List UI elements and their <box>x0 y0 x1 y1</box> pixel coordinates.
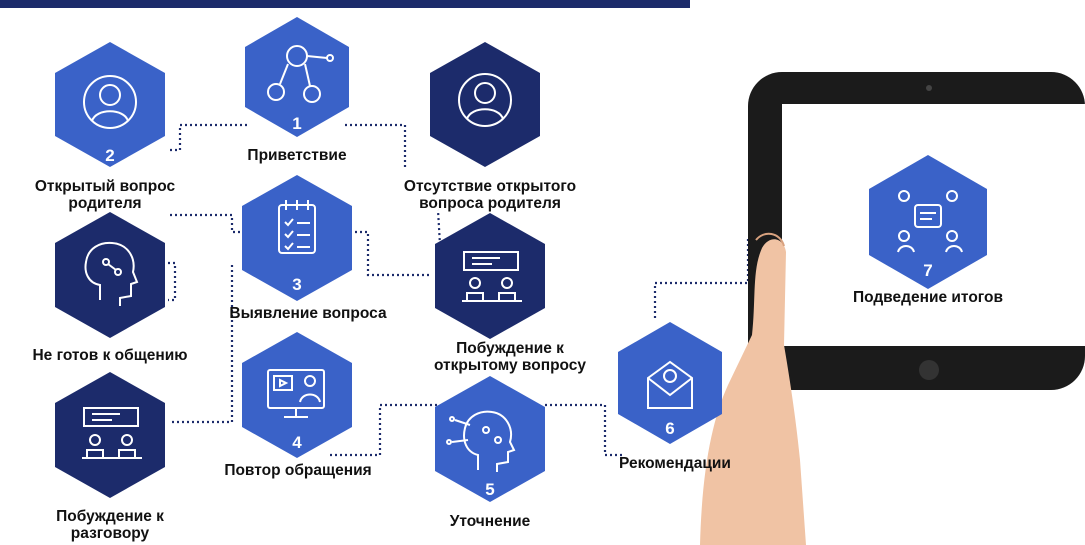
label-prompt-open-line2: открытому вопросу <box>433 357 587 374</box>
process-diagram: 1 2 3 4 5 6 7 <box>0 0 1085 545</box>
hex-number: 6 <box>665 419 674 438</box>
connector-5-6 <box>545 403 625 457</box>
label-open-question-line1: Открытый вопрос <box>34 178 176 195</box>
hex-5-clarify: 5 <box>435 376 545 502</box>
connector-notready <box>168 261 177 302</box>
label-absent-line2: вопроса родителя <box>419 195 561 212</box>
label-clarify: Уточнение <box>449 513 531 530</box>
hex-prompt-talk <box>55 372 165 498</box>
tablet-home-button <box>919 360 939 380</box>
label-summary: Подведение итогов <box>852 289 1004 306</box>
label-prompt-talk-line1: Побуждение к <box>56 508 164 525</box>
hex-absent-question <box>430 42 540 167</box>
label-identify: Выявление вопроса <box>229 305 387 322</box>
label-absent-line1: Отсутствие открытого <box>403 178 577 195</box>
label-greeting: Приветствие <box>247 147 347 164</box>
hex-number: 4 <box>292 433 302 452</box>
connector-6-7 <box>653 236 750 318</box>
hex-not-ready <box>55 212 165 338</box>
label-repeat: Повтор обращения <box>224 462 372 479</box>
hex-1-greeting: 1 <box>245 17 349 137</box>
label-prompt-open-line1: Побуждение к <box>456 340 564 357</box>
hex-2-open-question: 2 <box>55 42 165 167</box>
label-recommendations: Рекомендации <box>619 455 731 472</box>
hex-4-repeat: 4 <box>242 332 352 458</box>
hex-6-recommendations: 6 <box>618 322 722 444</box>
hex-number: 7 <box>923 261 932 280</box>
tablet-camera <box>926 85 932 91</box>
label-open-question-line2: родителя <box>68 195 142 212</box>
hex-number: 5 <box>485 480 494 499</box>
hex-3-identify: 3 <box>242 175 352 301</box>
connector-absent-prompt <box>436 209 442 246</box>
header-bar <box>0 0 690 8</box>
label-prompt-talk-line2: разговору <box>70 525 150 542</box>
label-not-ready: Не готов к общению <box>32 347 188 364</box>
hex-prompt-open <box>435 213 545 339</box>
hex-number: 3 <box>292 275 301 294</box>
hex-number: 2 <box>105 146 114 165</box>
hex-number: 1 <box>292 114 301 133</box>
